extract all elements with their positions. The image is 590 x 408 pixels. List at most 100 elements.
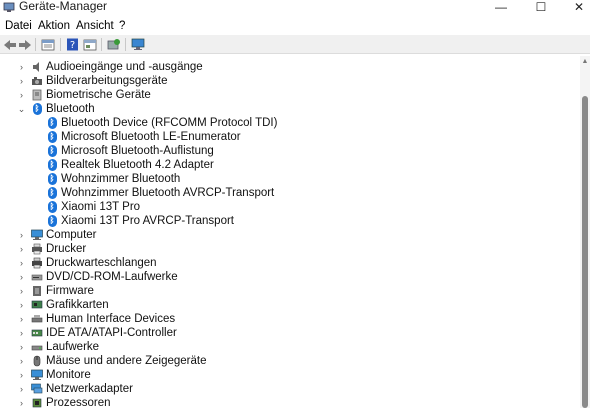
tree-child-item[interactable]: ᛒ Wohnzimmer Bluetooth AVRCP-Transport <box>0 186 580 200</box>
chevron-right-icon[interactable]: › <box>17 356 26 366</box>
chevron-right-icon[interactable]: › <box>17 384 26 394</box>
tree-item-label: Bildverarbeitungsgeräte <box>46 75 168 87</box>
chevron-right-icon[interactable]: › <box>17 398 26 408</box>
tree-item-mice[interactable]: › Mäuse und andere Zeigegeräte <box>0 354 580 368</box>
tree-child-label: Wohnzimmer Bluetooth AVRCP-Transport <box>61 187 275 199</box>
tree-item-computer[interactable]: › Computer <box>0 228 580 242</box>
tree-child-label: Realtek Bluetooth 4.2 Adapter <box>61 159 214 171</box>
tree-item-label: Human Interface Devices <box>46 313 176 325</box>
bluetooth-icon: ᛒ <box>46 159 58 171</box>
chevron-right-icon[interactable]: › <box>17 258 26 268</box>
menu-datei[interactable]: Datei <box>5 20 32 33</box>
tree-child-label: Xiaomi 13T Pro AVRCP-Transport <box>61 215 234 227</box>
menu-help[interactable]: ? <box>119 20 125 33</box>
chevron-right-icon[interactable]: › <box>17 328 26 338</box>
hid-icon <box>31 313 43 325</box>
tree-item-label: Netzwerkadapter <box>46 383 133 395</box>
tree-item-monitors[interactable]: › Monitore <box>0 368 580 382</box>
tree-item-print-queues[interactable]: › Druckwarteschlangen <box>0 256 580 270</box>
chevron-right-icon[interactable]: › <box>17 342 26 352</box>
tree-item-label: Audioeingänge und -ausgänge <box>46 61 203 73</box>
ide-controller-icon <box>31 327 43 339</box>
menu-bar: Datei Aktion Ansicht ? <box>0 18 590 35</box>
bluetooth-icon: ᛒ <box>46 201 58 213</box>
tree-child-item[interactable]: ᛒ Wohnzimmer Bluetooth <box>0 172 580 186</box>
tree-item-disk-drives[interactable]: › Laufwerke <box>0 340 580 354</box>
tree-item-ide[interactable]: › IDE ATA/ATAPI-Controller <box>0 326 580 340</box>
tree-item-printers[interactable]: › Drucker <box>0 242 580 256</box>
chevron-right-icon[interactable]: › <box>17 272 26 282</box>
scroll-thumb[interactable] <box>582 96 588 408</box>
tree-item-hid[interactable]: › Human Interface Devices <box>0 312 580 326</box>
menu-ansicht[interactable]: Ansicht <box>76 20 114 33</box>
tree-item-imaging[interactable]: › Bildverarbeitungsgeräte <box>0 74 580 88</box>
chevron-right-icon[interactable]: › <box>17 300 26 310</box>
tree-item-firmware[interactable]: › Firmware <box>0 284 580 298</box>
bluetooth-icon: ᛒ <box>31 103 43 115</box>
tree-child-item[interactable]: ᛒ Xiaomi 13T Pro <box>0 200 580 214</box>
close-button[interactable]: ✕ <box>556 0 590 14</box>
vertical-scrollbar[interactable]: ▲ <box>580 56 590 408</box>
window-title: Geräte-Manager <box>19 0 108 13</box>
chevron-right-icon[interactable]: › <box>17 370 26 380</box>
scroll-up-arrow-icon[interactable]: ▲ <box>580 58 590 66</box>
speaker-icon <box>31 61 43 73</box>
tree-child-item[interactable]: ᛒ Microsoft Bluetooth-Auflistung <box>0 144 580 158</box>
tree-item-label: Drucker <box>46 243 87 255</box>
tree-item-label: Druckwarteschlangen <box>46 257 157 269</box>
monitor-icon <box>31 229 43 241</box>
camera-icon <box>31 75 43 87</box>
bluetooth-icon: ᛒ <box>46 215 58 227</box>
tree-item-label: Laufwerke <box>46 341 100 353</box>
tree-item-label: IDE ATA/ATAPI-Controller <box>46 327 177 339</box>
tree-item-label: Prozessoren <box>46 397 111 408</box>
tree-item-label: Biometrische Geräte <box>46 89 151 101</box>
details-icon[interactable] <box>82 37 98 52</box>
tree-item-processors[interactable]: › Prozessoren <box>0 396 580 408</box>
update-driver-icon[interactable] <box>106 37 122 52</box>
tree-item-dvd[interactable]: › DVD/CD-ROM-Laufwerke <box>0 270 580 284</box>
properties-icon[interactable] <box>40 37 56 52</box>
bluetooth-icon: ᛒ <box>46 131 58 143</box>
firmware-icon <box>31 285 43 297</box>
forward-arrow-icon[interactable] <box>17 37 33 52</box>
tree-child-label: Bluetooth Device (RFCOMM Protocol TDI) <box>61 117 278 129</box>
tree-item-label: Bluetooth <box>46 103 95 115</box>
chevron-right-icon[interactable]: › <box>17 76 26 86</box>
chevron-right-icon[interactable]: › <box>17 286 26 296</box>
tree-child-label: Xiaomi 13T Pro <box>61 201 141 213</box>
tree-item-network[interactable]: › Netzwerkadapter <box>0 382 580 396</box>
chevron-right-icon[interactable]: › <box>17 230 26 240</box>
tree-child-item[interactable]: ᛒ Bluetooth Device (RFCOMM Protocol TDI) <box>0 116 580 130</box>
tree-child-item[interactable]: ᛒ Xiaomi 13T Pro AVRCP-Transport <box>0 214 580 228</box>
chevron-right-icon[interactable]: › <box>17 244 26 254</box>
title-bar: Geräte-Manager — ☐ ✕ <box>0 0 590 16</box>
optical-drive-icon <box>31 271 43 283</box>
chevron-right-icon[interactable]: › <box>17 314 26 324</box>
chevron-down-icon[interactable]: ⌄ <box>17 104 26 114</box>
tree-item-display-adapters[interactable]: › Grafikkarten <box>0 298 580 312</box>
help-icon[interactable]: ? <box>64 37 80 52</box>
bluetooth-icon: ᛒ <box>46 187 58 199</box>
device-manager-icon <box>3 1 15 13</box>
tree-child-label: Microsoft Bluetooth LE-Enumerator <box>61 131 241 143</box>
tree-item-label: Grafikkarten <box>46 299 109 311</box>
tree-item-label: Computer <box>46 229 97 241</box>
tree-child-item[interactable]: ᛒ Microsoft Bluetooth LE-Enumerator <box>0 130 580 144</box>
tree-child-item[interactable]: ᛒ Realtek Bluetooth 4.2 Adapter <box>0 158 580 172</box>
chevron-right-icon[interactable]: › <box>17 90 26 100</box>
tree-item-label: Mäuse und andere Zeigegeräte <box>46 355 207 367</box>
bluetooth-icon: ᛒ <box>46 145 58 157</box>
back-arrow-icon[interactable] <box>2 37 18 52</box>
menu-aktion[interactable]: Aktion <box>38 20 70 33</box>
chevron-right-icon[interactable]: › <box>17 62 26 72</box>
tree-item-audio[interactable]: › Audioeingänge und -ausgänge <box>0 60 580 74</box>
tree-item-biometric[interactable]: › Biometrische Geräte <box>0 88 580 102</box>
toolbar: ? <box>0 35 590 54</box>
bluetooth-icon: ᛒ <box>46 173 58 185</box>
tree-item-bluetooth[interactable]: ⌄ ᛒ Bluetooth <box>0 102 580 116</box>
mouse-icon <box>31 355 43 367</box>
tree-item-label: DVD/CD-ROM-Laufwerke <box>46 271 178 283</box>
show-computer-icon[interactable] <box>130 37 146 52</box>
tree-item-label: Firmware <box>46 285 94 297</box>
